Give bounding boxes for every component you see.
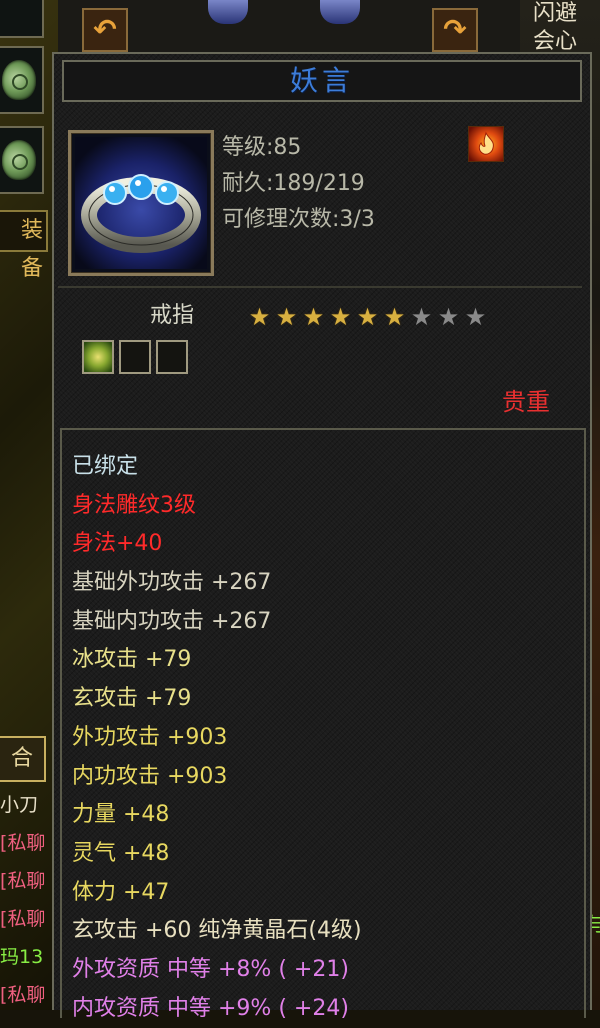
tooltip-title-bar: 妖言 [62, 60, 582, 102]
attribute-line: 身法+40 [72, 531, 163, 557]
attribute-line: 基础内功攻击 +267 [72, 608, 272, 634]
gem-slots [82, 340, 193, 374]
item-info: 等级:85 耐久:189/219 可修理次数:3/3 [222, 130, 375, 238]
item-icon-frame [68, 130, 214, 276]
attribute-line: 外功攻击 +903 [72, 724, 228, 750]
gem-slot-empty [119, 340, 151, 374]
attribute-line: 玄攻击 +79 [72, 686, 192, 712]
attribute-line: 已绑定 [72, 454, 139, 479]
star-filled-icon: ★ [275, 303, 298, 331]
equipment-tab[interactable]: 装备 [0, 210, 48, 281]
attribute-line: 内攻资质 中等 +9% ( +24) [72, 995, 349, 1021]
gem-slot-empty [156, 340, 188, 374]
star-empty-icon: ★ [464, 303, 487, 331]
star-filled-icon: ★ [383, 303, 406, 331]
stats-panel-text: 闪避 会心 [533, 0, 577, 56]
star-filled-icon: ★ [248, 303, 271, 331]
attribute-line: 外攻资质 中等 +8% ( +21) [72, 956, 349, 982]
chat-log: 小刀 [私聊 [私聊 [私聊 玛13 [私聊 [0, 786, 52, 1014]
star-empty-icon: ★ [437, 303, 460, 331]
item-rarity: 贵重 [502, 388, 550, 416]
attribute-line: 玄攻击 +60 纯净黄晶石(4级) [72, 918, 362, 944]
attribute-line: 灵气 +48 [72, 840, 170, 866]
chat-line[interactable]: 玛13 [0, 938, 52, 976]
item-name: 妖言 [289, 64, 354, 97]
jade-pendant-icon [2, 60, 36, 100]
star-rating: ★ ★ ★ ★ ★ ★ ★ ★ ★ [246, 304, 489, 330]
rotate-left-icon: ↶ [93, 13, 117, 46]
item-tooltip: 妖言 等级:85 耐久:189/219 可修理次数:3/3 戒指 ★ ★ ★ ★… [52, 52, 592, 1021]
attribute-line: 身法雕纹3级 [72, 492, 196, 518]
attribute-line: 内功攻击 +903 [72, 763, 228, 789]
item-level: 等级:85 [222, 135, 302, 160]
chat-line[interactable]: [私聊 [0, 824, 52, 862]
equipment-slot-jade-2[interactable] [0, 126, 44, 194]
jade-pendant-icon [2, 140, 36, 180]
attribute-line: 冰攻击 +79 [72, 647, 192, 673]
chat-line[interactable]: [私聊 [0, 862, 52, 900]
ring-icon [75, 137, 207, 269]
attribute-line: 基础外功攻击 +267 [72, 570, 272, 596]
attribute-line: 体力 +47 [72, 879, 170, 905]
equipment-slot-jade-1[interactable] [0, 46, 44, 114]
equipment-slot-top[interactable] [0, 0, 44, 38]
chat-line[interactable]: [私聊 [0, 900, 52, 938]
character-right-foot [320, 0, 360, 24]
item-type: 戒指 [150, 303, 195, 328]
attribute-panel: 已绑定身法雕纹3级 身法+40 基础外功攻击 +267 基础内功攻击 +267 冰攻击 … [60, 428, 586, 1021]
attribute-list: 已绑定身法雕纹3级 身法+40 基础外功攻击 +267 基础内功攻击 +267 冰攻击 … [72, 448, 362, 1028]
item-durability: 耐久:189/219 [222, 171, 365, 196]
stat-label-dodge: 闪避 [533, 1, 578, 26]
item-repair-count: 可修理次数:3/3 [222, 207, 375, 232]
star-filled-icon: ★ [356, 303, 379, 331]
star-filled-icon: ★ [329, 303, 352, 331]
rotate-right-icon: ↷ [443, 13, 467, 46]
star-filled-icon: ★ [302, 303, 325, 331]
character-left-foot [208, 0, 248, 24]
rotate-right-button[interactable]: ↷ [432, 8, 478, 52]
rotate-left-button[interactable]: ↶ [82, 8, 128, 52]
attribute-line: 力量 +48 [72, 802, 170, 828]
fire-element-icon [468, 126, 504, 162]
gem-slot-filled [82, 340, 114, 374]
star-empty-icon: ★ [410, 303, 433, 331]
combine-button[interactable]: 合 [0, 736, 46, 782]
chat-line[interactable]: [私聊 [0, 976, 52, 1014]
chat-line[interactable]: 小刀 [0, 786, 52, 824]
